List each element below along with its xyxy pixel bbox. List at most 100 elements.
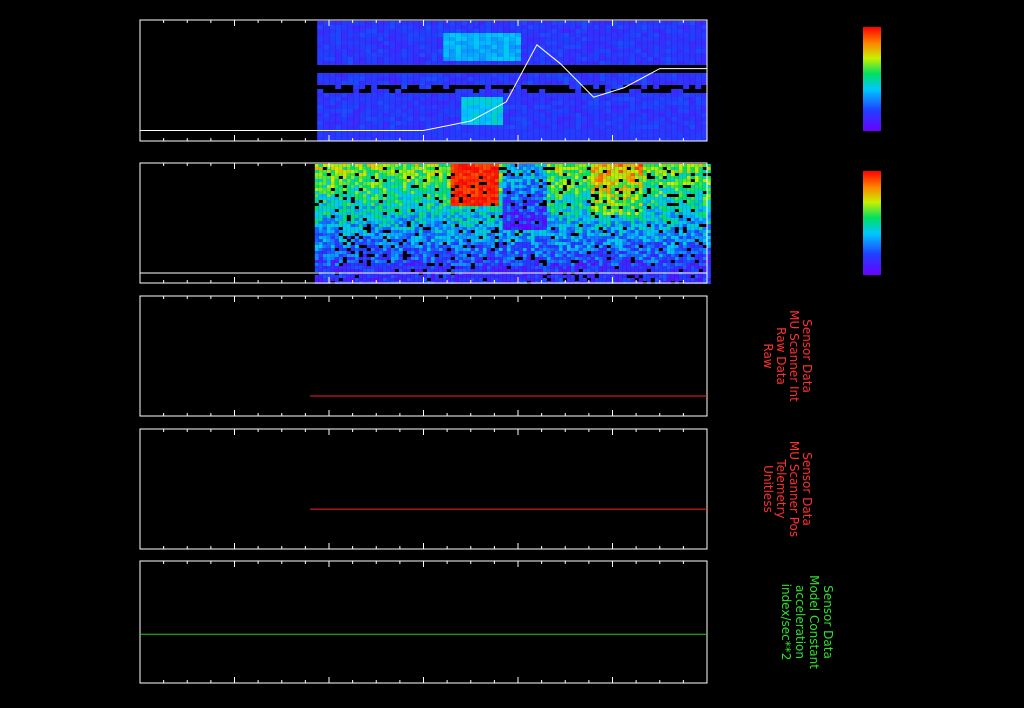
els-cell — [454, 173, 459, 176]
npi-cell — [539, 101, 546, 105]
els-cell — [442, 188, 447, 191]
npi-cell — [485, 81, 492, 85]
npi-cell — [467, 33, 474, 37]
els-cell — [638, 206, 643, 209]
els-cell — [530, 263, 535, 266]
npi-cell — [377, 25, 384, 29]
npi-cell — [545, 125, 552, 129]
els-cell — [354, 269, 359, 272]
els-cell — [622, 278, 627, 281]
els-cell — [474, 260, 479, 263]
npi-cell — [509, 29, 516, 33]
els-cell — [434, 230, 439, 233]
els-cell — [498, 206, 503, 209]
els-cell — [602, 191, 607, 194]
npi-cell — [449, 77, 456, 81]
els-cell — [438, 209, 443, 212]
els-cell — [494, 263, 499, 266]
els-cell — [502, 176, 507, 179]
npi-cell — [563, 41, 570, 45]
els-cell — [574, 212, 579, 215]
els-cell — [398, 224, 403, 227]
npi-cell — [677, 25, 684, 29]
els-cell — [634, 263, 639, 266]
els-cell — [554, 236, 559, 239]
els-cell — [366, 209, 371, 212]
npi-cell — [425, 57, 432, 61]
els-cell — [638, 254, 643, 257]
els-cell — [406, 251, 411, 254]
els-cell — [358, 215, 363, 218]
npi-cell — [359, 45, 366, 49]
els-cell — [478, 266, 483, 269]
npi-cell — [521, 137, 528, 141]
npi-cell — [653, 113, 660, 117]
els-cell — [538, 248, 543, 251]
npi-cell — [665, 137, 672, 141]
npi-cell — [569, 29, 576, 33]
npi-cell — [431, 137, 438, 141]
npi-cell — [497, 45, 504, 49]
els-cell — [650, 215, 655, 218]
els-cell — [566, 194, 571, 197]
els-cell — [582, 167, 587, 170]
els-cell — [554, 227, 559, 230]
npi-cell — [635, 125, 642, 129]
els-cell — [538, 206, 543, 209]
els-cell — [614, 197, 619, 200]
els-cell — [374, 194, 379, 197]
els-cell — [574, 215, 579, 218]
els-cell — [338, 182, 343, 185]
els-cell — [482, 230, 487, 233]
els-cell — [338, 191, 343, 194]
npi-cell — [365, 105, 372, 109]
els-cell — [322, 227, 327, 230]
npi-cell — [503, 125, 510, 129]
npi-cell — [653, 41, 660, 45]
els-cell — [650, 239, 655, 242]
npi-cell — [641, 97, 648, 101]
npi-cell — [677, 49, 684, 53]
npi-cell — [461, 77, 468, 81]
els-cell — [378, 254, 383, 257]
npi-cell — [395, 33, 402, 37]
els-cell — [594, 221, 599, 224]
els-cell — [618, 254, 623, 257]
els-cell — [506, 194, 511, 197]
els-cell — [382, 203, 387, 206]
els-cell — [578, 215, 583, 218]
npi-cell — [461, 37, 468, 41]
npi-cell — [413, 77, 420, 81]
els-cell — [522, 191, 527, 194]
els-cell — [382, 197, 387, 200]
npi-cell — [635, 133, 642, 137]
els-cell — [350, 230, 355, 233]
npi-cell — [479, 41, 486, 45]
npi-cell — [341, 113, 348, 117]
els-cell — [582, 215, 587, 218]
npi-cell — [521, 125, 528, 129]
npi-cell — [605, 105, 612, 109]
npi-cell — [503, 29, 510, 33]
npi-cell — [557, 77, 564, 81]
npi-cell — [335, 93, 342, 97]
els-cell — [390, 203, 395, 206]
npi-cell — [611, 93, 618, 97]
els-cell — [358, 197, 363, 200]
els-cell — [410, 212, 415, 215]
els-cell — [614, 269, 619, 272]
npi-cell — [413, 73, 420, 77]
els-cell — [554, 245, 559, 248]
npi-cell — [413, 49, 420, 53]
npi-cell — [443, 85, 450, 89]
els-cell — [630, 236, 635, 239]
els-cell — [510, 218, 515, 221]
els-cell — [446, 260, 451, 263]
npi-cell — [563, 117, 570, 121]
els-cell — [430, 248, 435, 251]
els-cell — [534, 167, 539, 170]
els-cell — [470, 260, 475, 263]
npi-cell — [317, 41, 324, 45]
npi-cell — [641, 33, 648, 37]
els-cell — [594, 227, 599, 230]
